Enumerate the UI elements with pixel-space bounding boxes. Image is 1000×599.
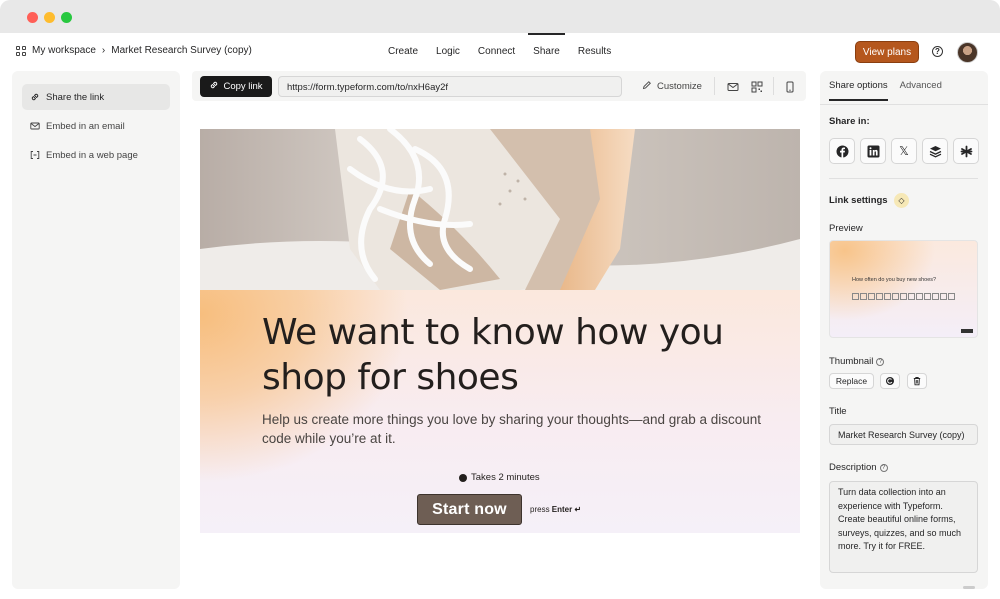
- sidebar-item-embed-web[interactable]: Embed in a web page: [22, 142, 170, 168]
- link-preview-thumbnail: How often do you buy new shoes?: [829, 240, 978, 338]
- mail-icon: [30, 121, 40, 131]
- chevron-right-icon: ›: [101, 45, 106, 56]
- tab-create[interactable]: Create: [379, 33, 427, 71]
- tab-results[interactable]: Results: [569, 33, 620, 71]
- panel-divider: [820, 104, 988, 105]
- sidebar-item-embed-email[interactable]: Embed in an email: [22, 113, 170, 139]
- share-url-field[interactable]: https://form.typeform.com/to/nxH6ay2f: [278, 76, 622, 97]
- panel-divider: [829, 178, 978, 179]
- title-label: Title: [829, 406, 847, 417]
- share-sidebar: Share the link Embed in an email Embed i…: [12, 71, 180, 589]
- browser-window: My workspace › Market Research Survey (c…: [0, 0, 1000, 599]
- x-share-button[interactable]: 𝕏: [891, 138, 917, 164]
- sidebar-item-share-link[interactable]: Share the link: [22, 84, 170, 110]
- customize-label: Customize: [657, 81, 702, 92]
- link-toolbar: Copy link https://form.typeform.com/to/n…: [192, 71, 806, 101]
- linkedin-share-button[interactable]: [860, 138, 886, 164]
- linkedin-icon: [867, 145, 879, 157]
- mobile-icon[interactable]: [784, 80, 796, 93]
- info-icon[interactable]: ?: [876, 358, 885, 366]
- replace-thumbnail-button[interactable]: Replace: [829, 373, 874, 389]
- copy-link-label: Copy link: [223, 81, 263, 92]
- copy-link-button[interactable]: Copy link: [200, 76, 272, 97]
- toolbar-divider: [773, 77, 774, 95]
- help-icon[interactable]: ?: [932, 46, 943, 57]
- title-bar: [0, 0, 1000, 33]
- linktree-icon: [960, 145, 972, 157]
- preview-rating-scale: [852, 293, 955, 300]
- hero-image-shoe: [200, 129, 800, 290]
- diamond-icon: ◇: [894, 193, 909, 208]
- press-label: press: [530, 505, 550, 514]
- preview-logo-mark: [961, 329, 973, 333]
- x-icon: 𝕏: [899, 144, 909, 158]
- delete-thumbnail-button[interactable]: [907, 373, 927, 389]
- resize-handle[interactable]: [963, 586, 975, 589]
- mail-icon[interactable]: [727, 80, 739, 92]
- clock-icon: [459, 473, 467, 482]
- reset-thumbnail-button[interactable]: [880, 373, 900, 389]
- press-enter-hint: press Enter ↵: [530, 505, 581, 514]
- form-description: Help us create more things you love by s…: [262, 412, 762, 446]
- description-field[interactable]: Turn data collection into an experience …: [829, 481, 978, 573]
- workspace-grid-icon: [16, 45, 26, 56]
- tab-connect[interactable]: Connect: [469, 33, 524, 71]
- tab-share[interactable]: Share: [524, 33, 569, 71]
- share-in-label: Share in:: [829, 116, 870, 127]
- form-preview: We want to know how you shop for shoes H…: [200, 129, 800, 533]
- code-icon: [30, 150, 40, 160]
- qr-code-icon[interactable]: [751, 80, 763, 93]
- social-share-buttons: 𝕏: [829, 138, 979, 164]
- preview-question-text: How often do you buy new shoes?: [852, 277, 937, 283]
- enter-key-label: Enter ↵: [551, 505, 582, 514]
- minimize-window-button[interactable]: [44, 12, 55, 23]
- form-title: We want to know how you shop for shoes: [262, 312, 724, 398]
- maximize-window-button[interactable]: [61, 12, 72, 23]
- sidebar-item-label: Embed in a web page: [46, 149, 138, 161]
- title-field[interactable]: Market Research Survey (copy): [829, 424, 978, 445]
- share-options-panel: Share options Advanced Share in: 𝕏 Link …: [820, 71, 988, 589]
- facebook-icon: [836, 145, 848, 157]
- sidebar-item-label: Share the link: [46, 91, 105, 103]
- tab-logic[interactable]: Logic: [427, 33, 469, 71]
- trash-icon: [913, 377, 921, 386]
- link-icon: [30, 92, 40, 102]
- toolbar-divider: [714, 77, 715, 95]
- info-icon[interactable]: ?: [879, 464, 888, 472]
- top-navigation: My workspace › Market Research Survey (c…: [0, 33, 1000, 71]
- link-icon: [209, 80, 219, 93]
- tab-advanced[interactable]: Advanced: [900, 80, 942, 101]
- panel-tabs: Share options Advanced: [829, 80, 942, 101]
- form-welcome-screen: We want to know how you shop for shoes H…: [200, 290, 800, 533]
- breadcrumb-form-name[interactable]: Market Research Survey (copy): [111, 45, 252, 56]
- view-plans-button[interactable]: View plans: [855, 41, 919, 63]
- close-window-button[interactable]: [27, 12, 38, 23]
- buffer-icon: [929, 145, 941, 158]
- description-label: Description?: [829, 462, 888, 473]
- time-estimate: Takes 2 minutes: [459, 472, 540, 483]
- buffer-share-button[interactable]: [922, 138, 948, 164]
- share-preview-area: Copy link https://form.typeform.com/to/n…: [192, 71, 806, 589]
- breadcrumb-workspace[interactable]: My workspace: [32, 45, 96, 56]
- sidebar-item-label: Embed in an email: [46, 120, 125, 132]
- customize-button[interactable]: Customize: [642, 80, 702, 93]
- pencil-icon: [642, 80, 652, 93]
- thumbnail-label: Thumbnail?: [829, 356, 885, 367]
- refresh-icon: [886, 377, 894, 385]
- thumbnail-label-text: Thumbnail: [829, 356, 874, 367]
- tab-share-options[interactable]: Share options: [829, 80, 888, 101]
- facebook-share-button[interactable]: [829, 138, 855, 164]
- link-settings-label: Link settings: [829, 195, 888, 206]
- main-tabs: Create Logic Connect Share Results: [379, 33, 620, 71]
- avatar[interactable]: [957, 42, 978, 63]
- description-label-text: Description: [829, 462, 877, 473]
- time-estimate-label: Takes 2 minutes: [471, 472, 540, 483]
- start-now-button[interactable]: Start now: [417, 494, 522, 525]
- preview-label: Preview: [829, 223, 863, 234]
- breadcrumb: My workspace › Market Research Survey (c…: [16, 45, 252, 56]
- linktree-share-button[interactable]: [953, 138, 979, 164]
